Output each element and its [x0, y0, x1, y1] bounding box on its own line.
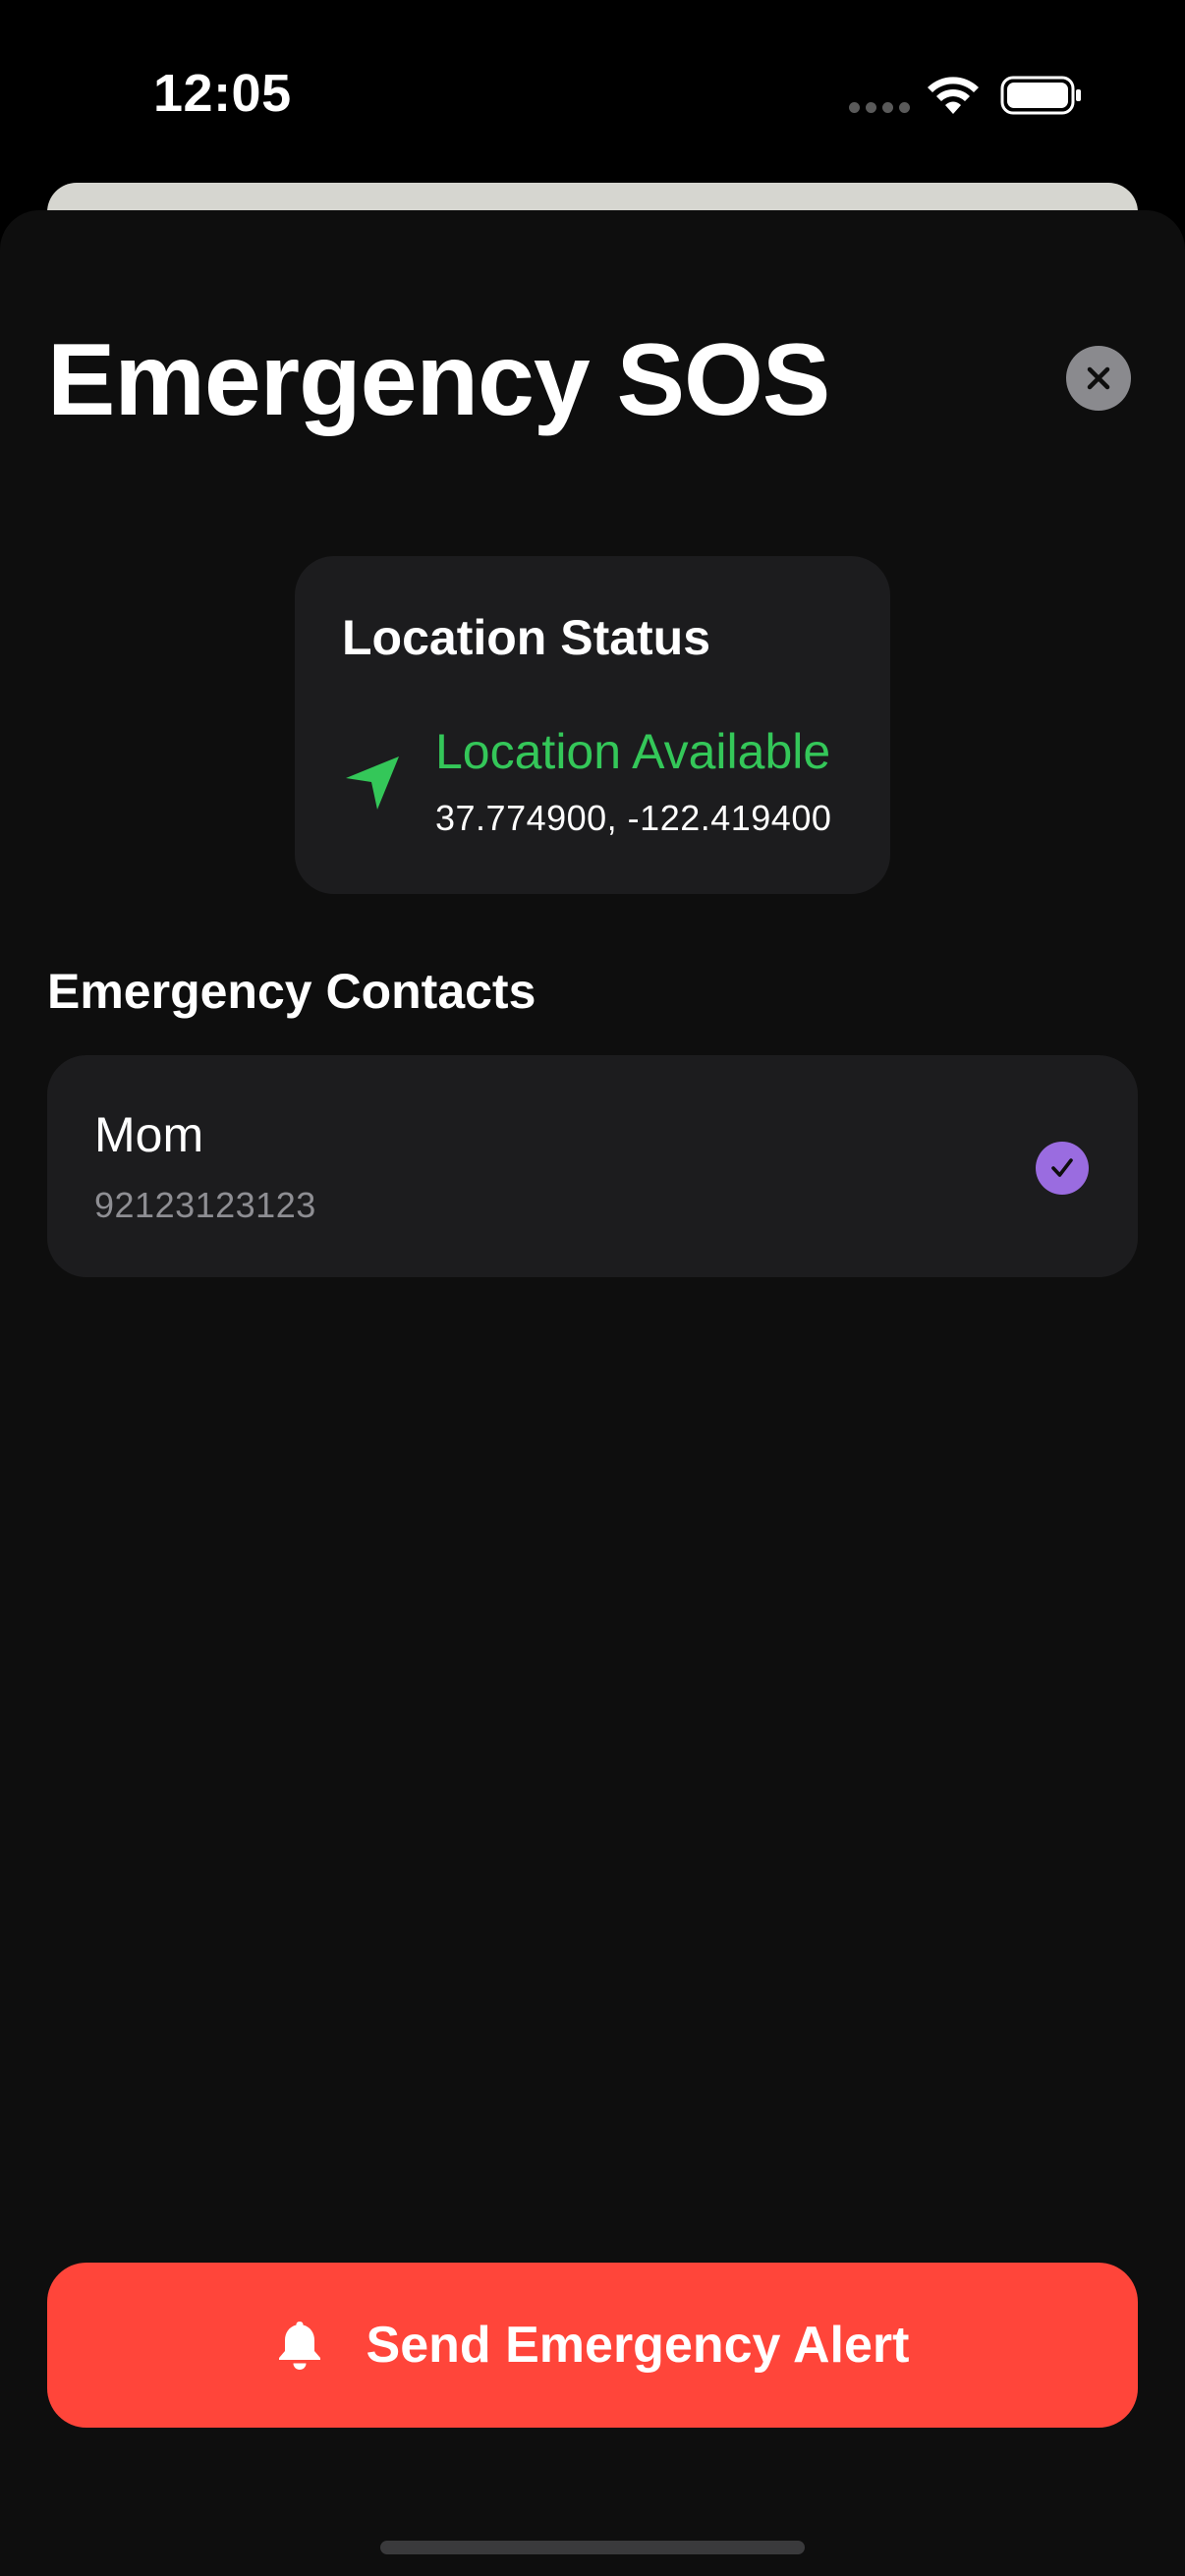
send-alert-label: Send Emergency Alert: [366, 2317, 910, 2374]
page-title: Emergency SOS: [47, 323, 830, 437]
bell-icon: [278, 2322, 320, 2370]
contact-row[interactable]: Mom 92123123123: [47, 1055, 1138, 1277]
battery-icon: [1000, 76, 1081, 115]
wifi-icon: [928, 77, 979, 114]
location-status-card: Location Status Location Available 37.77…: [295, 556, 890, 894]
checkmark-circle-icon[interactable]: [1036, 1142, 1089, 1195]
sos-sheet: Emergency SOS Location Status Location A…: [0, 210, 1185, 2576]
location-state: Location Available: [435, 724, 831, 779]
cellular-signal-icon: [849, 102, 910, 113]
contact-phone: 92123123123: [94, 1185, 316, 1225]
emergency-contacts-heading: Emergency Contacts: [47, 964, 536, 1019]
close-button[interactable]: [1066, 346, 1131, 411]
location-coordinates: 37.774900, -122.419400: [435, 798, 832, 838]
send-emergency-alert-button[interactable]: Send Emergency Alert: [47, 2263, 1138, 2428]
screen: 12:05 Emergency SOS Location Status Loca…: [0, 0, 1185, 2576]
close-icon: [1087, 366, 1110, 390]
home-indicator[interactable]: [380, 2541, 805, 2554]
contact-name: Mom: [94, 1107, 204, 1162]
location-status-title: Location Status: [342, 610, 711, 665]
status-bar: 12:05: [0, 0, 1185, 187]
location-arrow-icon: [346, 756, 399, 810]
status-time: 12:05: [153, 64, 292, 123]
checkmark-icon: [1051, 1158, 1073, 1177]
